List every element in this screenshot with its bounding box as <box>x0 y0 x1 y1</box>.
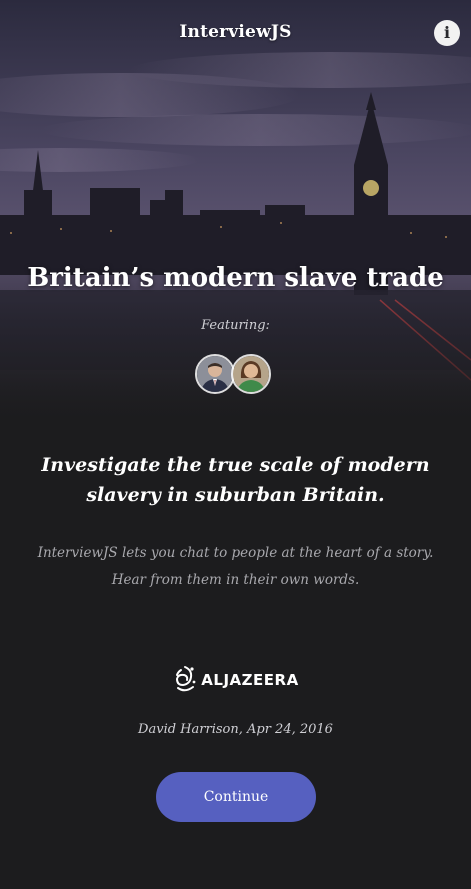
story-title: Britain’s modern slave trade <box>27 263 444 293</box>
interviewee-avatars <box>195 354 275 398</box>
info-icon[interactable]: i <box>434 20 460 46</box>
featuring-label: Featuring: <box>201 318 270 333</box>
story-headline: Investigate the true scale of modern sla… <box>41 454 430 506</box>
story-intro: InterviewJS lets you chat to people at t… <box>37 545 434 588</box>
man-portrait-icon <box>197 356 233 392</box>
story-cover-page: InterviewJS i Britain’s modern slave tra… <box>0 0 471 889</box>
hero-section: InterviewJS i Britain’s modern slave tra… <box>0 0 471 430</box>
aljazeera-logo-icon <box>176 666 196 692</box>
publisher-name: ALJAZEERA <box>201 671 299 689</box>
publisher: ALJAZEERA <box>0 660 471 700</box>
app-title: InterviewJS <box>179 22 292 42</box>
byline: David Harrison, Apr 24, 2016 <box>138 722 333 737</box>
publisher-logo: ALJAZEERA <box>172 664 298 696</box>
continue-button[interactable]: Continue <box>156 772 316 822</box>
avatar-man-suit[interactable] <box>195 354 235 394</box>
avatar-woman-green[interactable] <box>231 354 271 394</box>
woman-portrait-icon <box>233 356 269 392</box>
